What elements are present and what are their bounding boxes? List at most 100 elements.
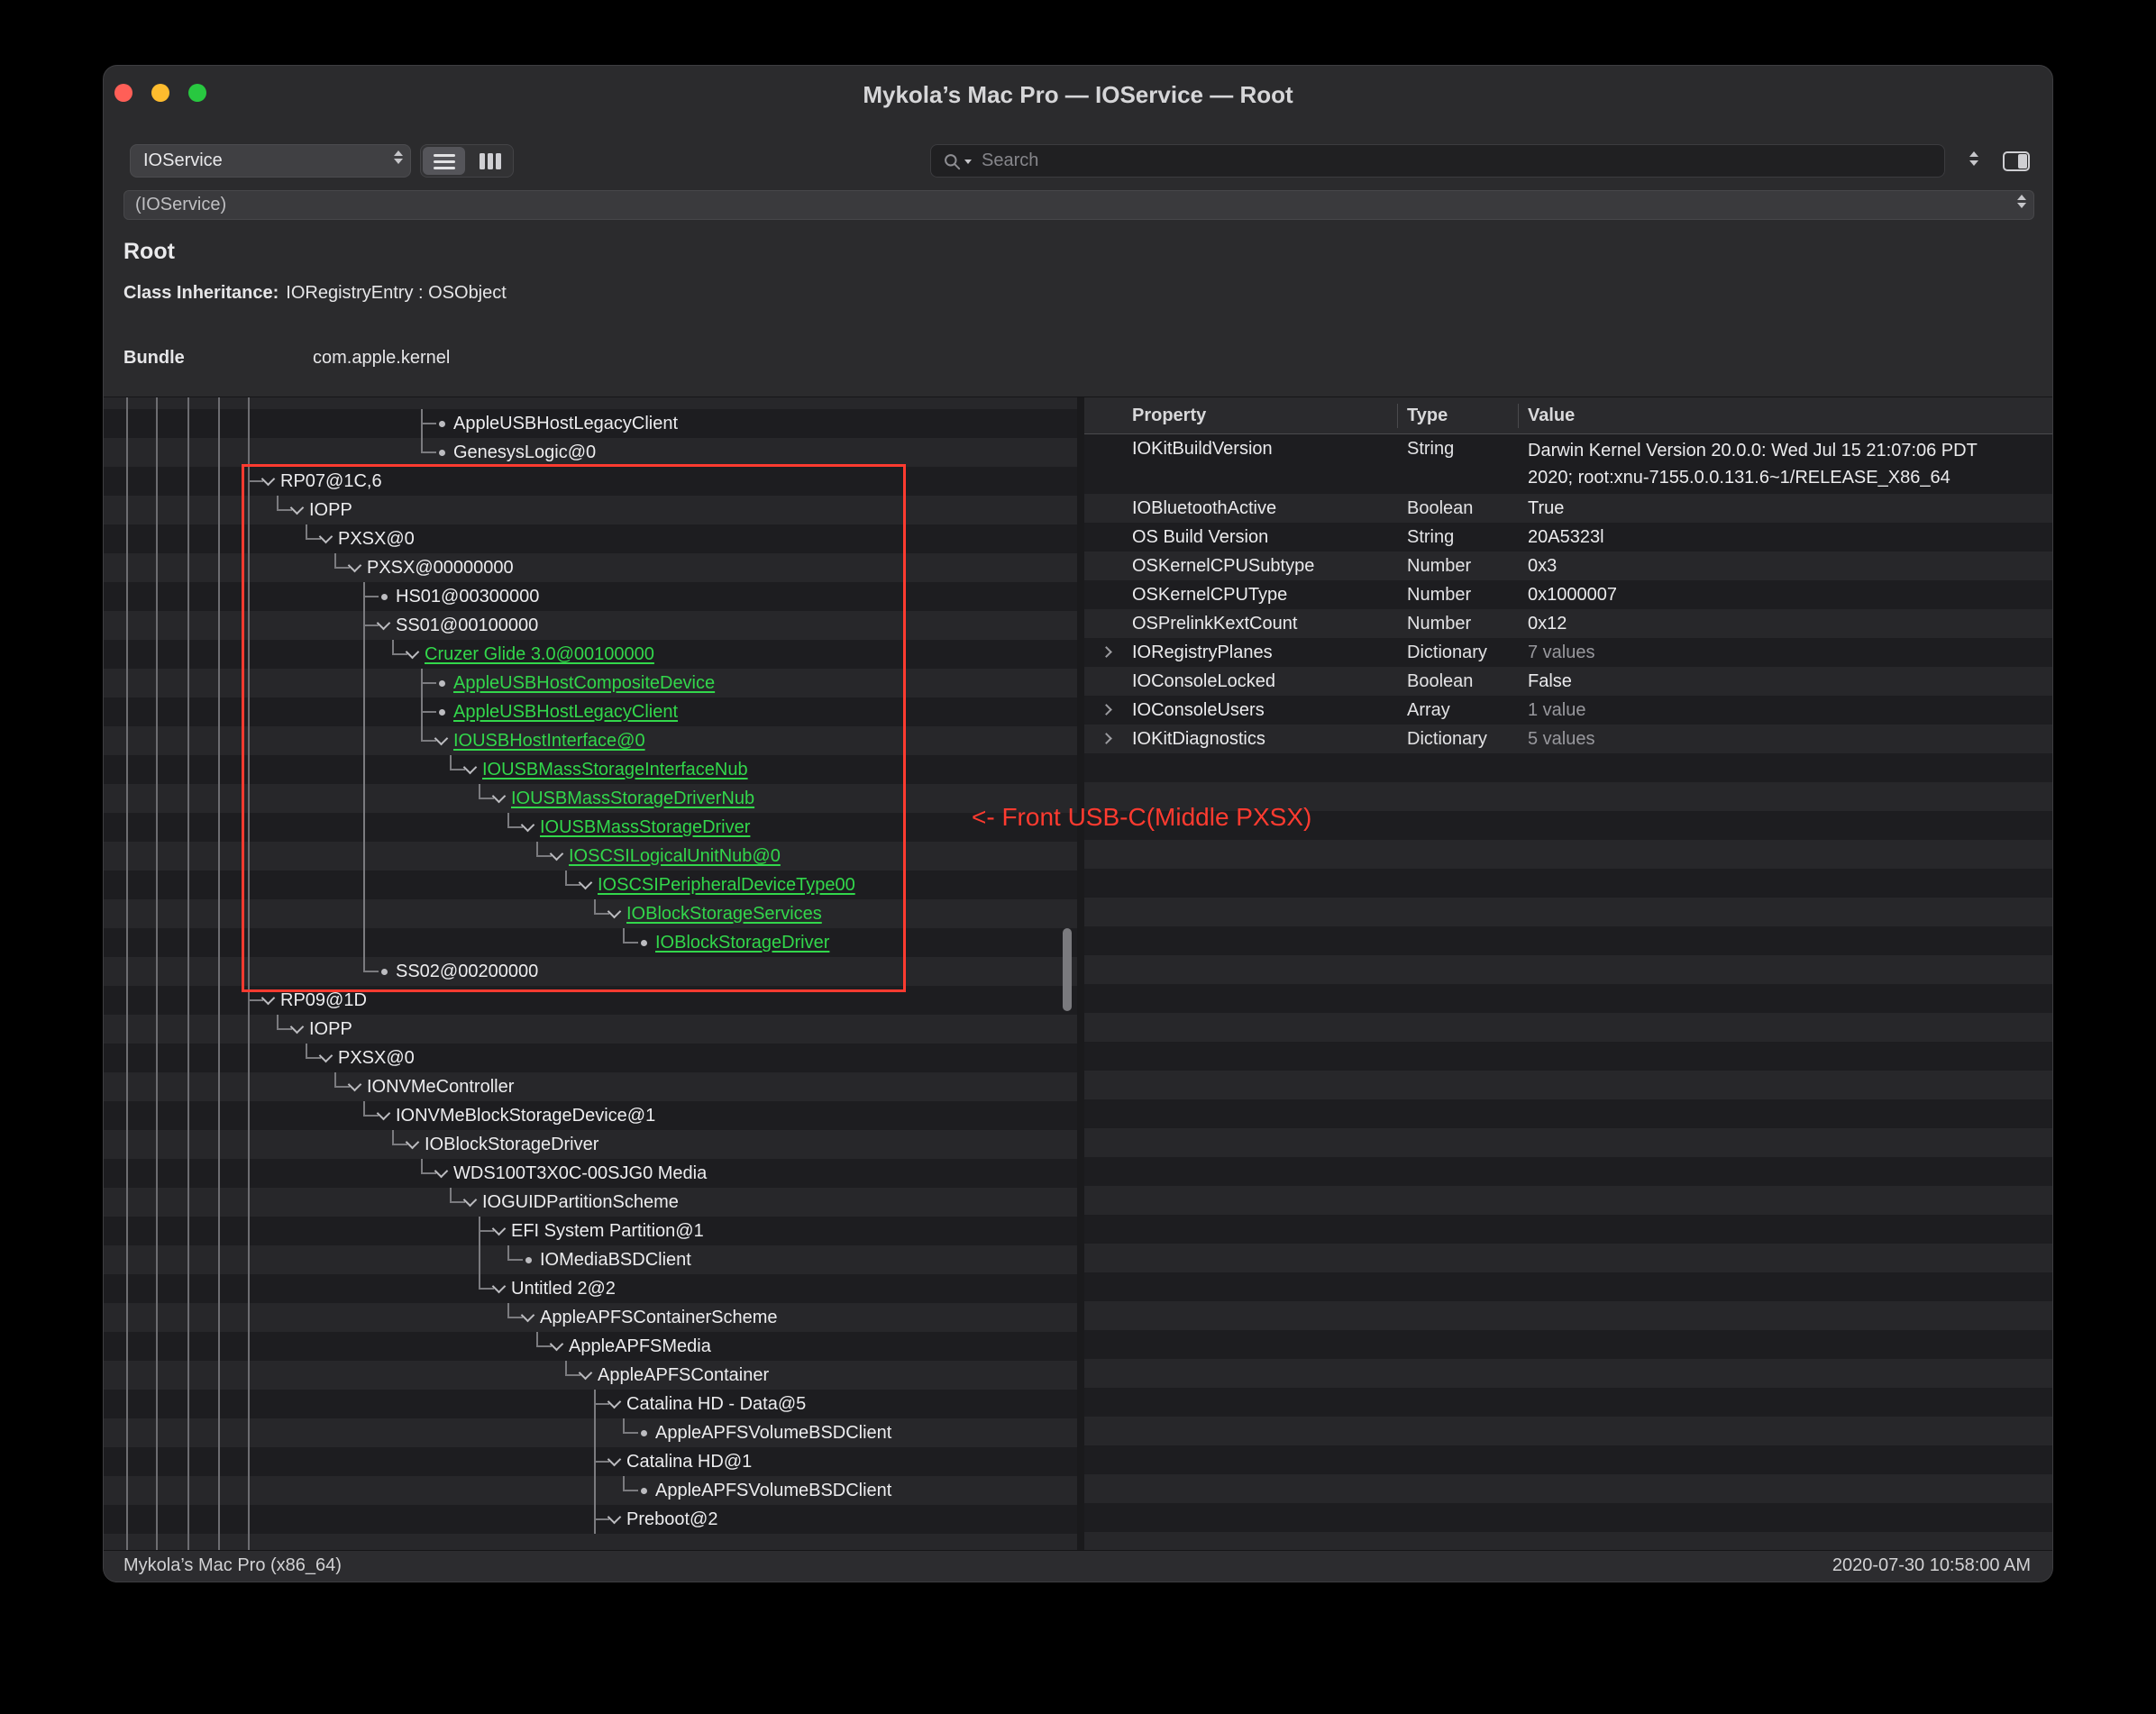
tree-node-label[interactable]: SS01@00100000 <box>396 611 538 640</box>
disclosure-chevron-right-icon[interactable] <box>1101 704 1112 716</box>
tree-node[interactable]: IOSCSILogicalUnitNub@0 <box>104 842 1077 871</box>
tree-node[interactable]: AppleUSBHostCompositeDevice <box>104 669 1077 697</box>
tree-node-label[interactable]: WDS100T3X0C-00SJG0 Media <box>453 1159 707 1188</box>
chevron-down-icon[interactable] <box>261 991 276 1006</box>
tree-node[interactable]: HS01@00300000 <box>104 582 1077 611</box>
tree-node[interactable]: RP07@1C,6 <box>104 467 1077 496</box>
tree-node[interactable]: Catalina HD - Data@5 <box>104 1390 1077 1418</box>
tree-node[interactable]: SS02@00200000 <box>104 957 1077 986</box>
tree-node-label[interactable]: PXSX@00000000 <box>367 553 514 582</box>
tree-node[interactable]: IOUSBMassStorageDriverNub <box>104 784 1077 813</box>
property-row[interactable]: OS Build VersionString20A5323l <box>1084 523 2053 552</box>
tree-node[interactable]: IOUSBMassStorageDriver <box>104 813 1077 842</box>
column-view-button[interactable] <box>469 147 511 175</box>
chevron-down-icon[interactable] <box>377 1107 391 1121</box>
tree-node[interactable]: AppleAPFSMedia <box>104 1332 1077 1361</box>
tree-node-label[interactable]: IOBlockStorageDriver <box>655 928 829 957</box>
chevron-down-icon[interactable] <box>463 761 478 775</box>
tree-node-label[interactable]: IOSCSILogicalUnitNub@0 <box>569 842 781 871</box>
chevron-down-icon[interactable] <box>434 1164 449 1179</box>
chevron-down-icon[interactable] <box>290 1020 305 1035</box>
tree-node[interactable]: RP09@1D <box>104 986 1077 1015</box>
tree-node[interactable]: IONVMeBlockStorageDevice@1 <box>104 1101 1077 1130</box>
tree-node[interactable]: AppleAPFSContainerScheme <box>104 1303 1077 1332</box>
chevron-down-icon[interactable] <box>492 789 507 804</box>
tree-node[interactable]: IOMediaBSDClient <box>104 1245 1077 1274</box>
chevron-down-icon[interactable] <box>434 732 449 746</box>
property-row[interactable]: OSPrelinkKextCountNumber0x12 <box>1084 609 2053 638</box>
tree-node[interactable]: IOBlockStorageDriver <box>104 1130 1077 1159</box>
tree-node-label[interactable]: AppleAPFSMedia <box>569 1332 711 1361</box>
chevron-down-icon[interactable] <box>579 876 593 890</box>
tree-node-label[interactable]: AppleAPFSContainerScheme <box>540 1303 777 1332</box>
property-row[interactable]: IOBluetoothActiveBooleanTrue <box>1084 494 2053 523</box>
tree-node-label[interactable]: IOUSBMassStorageDriver <box>540 813 750 842</box>
tree-node-label[interactable]: PXSX@0 <box>338 524 415 553</box>
tree-node-label[interactable]: Preboot@2 <box>626 1505 717 1534</box>
tree-node-label[interactable]: IOBlockStorageDriver <box>425 1130 598 1159</box>
header-type[interactable]: Type <box>1407 397 1448 433</box>
tree-node[interactable]: GenesysLogic@0 <box>104 438 1077 467</box>
property-row[interactable]: IOKitBuildVersionStringDarwin Kernel Ver… <box>1084 434 2053 494</box>
tree-node-label[interactable]: AppleAPFSVolumeBSDClient <box>655 1418 891 1447</box>
stepper-up-icon[interactable] <box>1969 151 1978 157</box>
tree-node[interactable]: Cruzer Glide 3.0@00100000 <box>104 640 1077 669</box>
tree-node-label[interactable]: GenesysLogic@0 <box>453 438 596 467</box>
chevron-down-icon[interactable] <box>319 1049 333 1063</box>
tree-node[interactable]: PXSX@0 <box>104 524 1077 553</box>
path-bar-dropdown[interactable]: (IOService) <box>123 190 2034 220</box>
header-value[interactable]: Value <box>1528 397 1575 433</box>
tree-node-label[interactable]: AppleAPFSContainer <box>598 1361 769 1390</box>
tree-node[interactable]: IOPP <box>104 496 1077 524</box>
tree-node[interactable]: WDS100T3X0C-00SJG0 Media <box>104 1159 1077 1188</box>
tree-node[interactable]: PXSX@0 <box>104 1044 1077 1072</box>
tree-node-label[interactable]: IOGUIDPartitionScheme <box>482 1188 679 1217</box>
tree-node-label[interactable]: Untitled 2@2 <box>511 1274 616 1303</box>
tree-node[interactable]: IOUSBMassStorageInterfaceNub <box>104 755 1077 784</box>
chevron-down-icon[interactable] <box>492 1222 507 1236</box>
search-scope-chevron-icon[interactable] <box>964 160 972 164</box>
tree-node-label[interactable]: SS02@00200000 <box>396 957 538 986</box>
tree-node-label[interactable]: IONVMeBlockStorageDevice@1 <box>396 1101 655 1130</box>
tree-node[interactable]: Untitled 2@2 <box>104 1274 1077 1303</box>
tree-node-label[interactable]: IOMediaBSDClient <box>540 1245 691 1274</box>
header-property[interactable]: Property <box>1132 397 1206 433</box>
tree-node-label[interactable]: AppleUSBHostLegacyClient <box>453 697 678 726</box>
property-row[interactable]: OSKernelCPUTypeNumber0x1000007 <box>1084 580 2053 609</box>
pane-divider[interactable] <box>1077 397 1084 1552</box>
property-row[interactable]: OSKernelCPUSubtypeNumber0x3 <box>1084 552 2053 580</box>
tree-node-label[interactable]: Catalina HD - Data@5 <box>626 1390 806 1418</box>
property-row[interactable]: IOKitDiagnosticsDictionary5 values <box>1084 725 2053 753</box>
search-field[interactable] <box>930 144 1945 178</box>
tree-node[interactable]: AppleUSBHostLegacyClient <box>104 409 1077 438</box>
tree-node[interactable]: PXSX@00000000 <box>104 553 1077 582</box>
stepper-down-icon[interactable] <box>1969 160 1978 166</box>
tree-scrollbar-thumb[interactable] <box>1063 928 1072 1011</box>
tree-node[interactable]: Preboot@2 <box>104 1505 1077 1534</box>
chevron-down-icon[interactable] <box>492 1280 507 1294</box>
tree-node-label[interactable]: AppleUSBHostLegacyClient <box>453 409 678 438</box>
chevron-down-icon[interactable] <box>521 1308 535 1323</box>
inspector-toggle-button[interactable] <box>1996 144 2036 178</box>
tree-node-label[interactable]: AppleAPFSVolumeBSDClient <box>655 1476 891 1505</box>
tree-node-label[interactable]: IOPP <box>309 496 352 524</box>
chevron-down-icon[interactable] <box>608 1453 622 1467</box>
plane-selector-dropdown[interactable]: IOService <box>130 144 411 178</box>
tree-node[interactable]: AppleUSBHostLegacyClient <box>104 697 1077 726</box>
property-row[interactable]: IOConsoleUsersArray1 value <box>1084 696 2053 725</box>
chevron-down-icon[interactable] <box>261 472 276 487</box>
chevron-down-icon[interactable] <box>550 847 564 862</box>
tree-node[interactable]: IOPP <box>104 1015 1077 1044</box>
tree-node-label[interactable]: IOSCSIPeripheralDeviceType00 <box>598 871 855 899</box>
tree-node-label[interactable]: Cruzer Glide 3.0@00100000 <box>425 640 654 669</box>
property-row[interactable]: IOConsoleLockedBooleanFalse <box>1084 667 2053 696</box>
chevron-down-icon[interactable] <box>290 501 305 515</box>
chevron-down-icon[interactable] <box>319 530 333 544</box>
tree-node[interactable]: IOGUIDPartitionScheme <box>104 1188 1077 1217</box>
chevron-down-icon[interactable] <box>608 905 622 919</box>
chevron-down-icon[interactable] <box>608 1510 622 1525</box>
tree-node[interactable]: AppleAPFSVolumeBSDClient <box>104 1418 1077 1447</box>
chevron-down-icon[interactable] <box>377 616 391 631</box>
history-stepper[interactable] <box>1963 148 1985 175</box>
tree-node-label[interactable]: IOUSBHostInterface@0 <box>453 726 645 755</box>
